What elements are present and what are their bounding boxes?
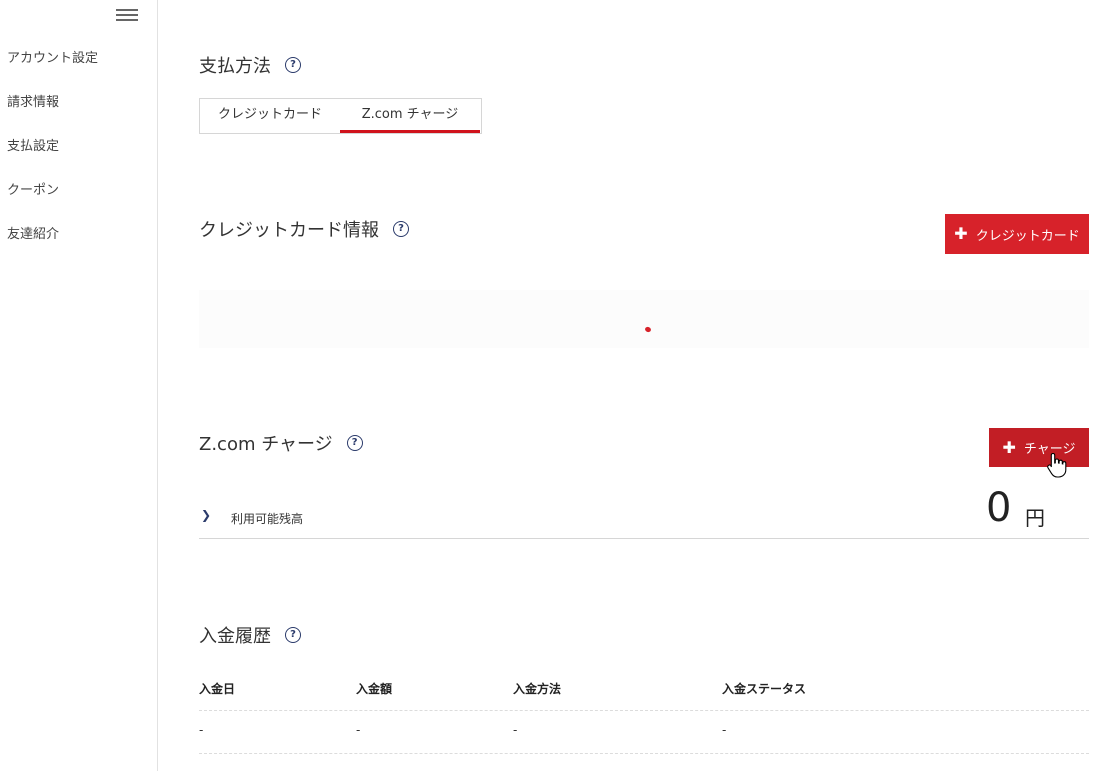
help-icon[interactable]: ? — [393, 221, 409, 237]
table-cell: - — [722, 723, 727, 737]
table-header-row: 入金日 入金額 入金方法 入金ステータス — [199, 668, 1089, 711]
sidebar: アカウント設定 請求情報 支払設定 クーポン 友達紹介 — [0, 0, 158, 771]
help-icon[interactable]: ? — [285, 627, 301, 643]
menu-icon[interactable] — [116, 9, 138, 23]
balance-unit: 円 — [1025, 506, 1045, 530]
payment-method-heading: 支払方法 ? — [199, 52, 301, 78]
column-header: 入金ステータス — [722, 682, 807, 696]
charge-heading: Z.com チャージ ? — [199, 430, 363, 456]
main-content: 支払方法 ? クレジットカード Z.com チャージ クレジットカード情報 ? … — [199, 0, 1089, 771]
column-header: 入金額 — [356, 682, 393, 696]
sidebar-item-coupon[interactable]: クーポン — [0, 180, 157, 224]
credit-card-heading: クレジットカード情報 ? — [199, 216, 409, 242]
sidebar-item-account-settings[interactable]: アカウント設定 — [0, 48, 157, 92]
help-icon[interactable]: ? — [285, 57, 301, 73]
add-credit-card-label: クレジットカード — [975, 228, 1080, 244]
payment-tabs: クレジットカード Z.com チャージ — [199, 98, 482, 134]
sidebar-nav: アカウント設定 請求情報 支払設定 クーポン 友達紹介 — [0, 48, 157, 268]
column-header: 入金日 — [199, 682, 236, 696]
plus-icon: ✚ — [954, 224, 968, 243]
charge-title: Z.com チャージ — [199, 434, 333, 455]
history-table: 入金日 入金額 入金方法 入金ステータス - - - - — [199, 668, 1089, 754]
credit-card-title: クレジットカード情報 — [199, 220, 379, 241]
loading-spinner-icon — [644, 326, 652, 333]
add-credit-card-button[interactable]: ✚ クレジットカード — [945, 214, 1089, 254]
history-heading: 入金履歴 ? — [199, 622, 301, 648]
chevron-right-icon[interactable]: ❯ — [201, 508, 211, 522]
credit-card-loading-area — [199, 290, 1089, 348]
balance-label: 利用可能残高 — [231, 512, 304, 526]
balance-amount: 0 — [986, 485, 1012, 531]
column-header: 入金方法 — [513, 682, 562, 696]
charge-button[interactable]: ✚ チャージ — [989, 428, 1089, 467]
table-row: - - - - — [199, 711, 1089, 754]
history-title: 入金履歴 — [199, 626, 271, 647]
tab-credit-card[interactable]: クレジットカード — [200, 99, 340, 133]
table-cell: - — [199, 723, 204, 737]
balance-row[interactable]: ❯ 利用可能残高 0 円 — [199, 488, 1089, 539]
table-cell: - — [356, 723, 361, 737]
help-icon[interactable]: ? — [346, 435, 363, 451]
sidebar-item-friend-referral[interactable]: 友達紹介 — [0, 224, 157, 268]
table-cell: - — [513, 723, 518, 737]
sidebar-item-payment-settings[interactable]: 支払設定 — [0, 136, 157, 180]
plus-icon: ✚ — [1002, 437, 1016, 457]
tab-zcom-charge[interactable]: Z.com チャージ — [340, 99, 480, 133]
payment-method-title: 支払方法 — [199, 56, 271, 77]
hand-cursor-icon — [1047, 452, 1067, 478]
sidebar-item-billing-info[interactable]: 請求情報 — [0, 92, 157, 136]
